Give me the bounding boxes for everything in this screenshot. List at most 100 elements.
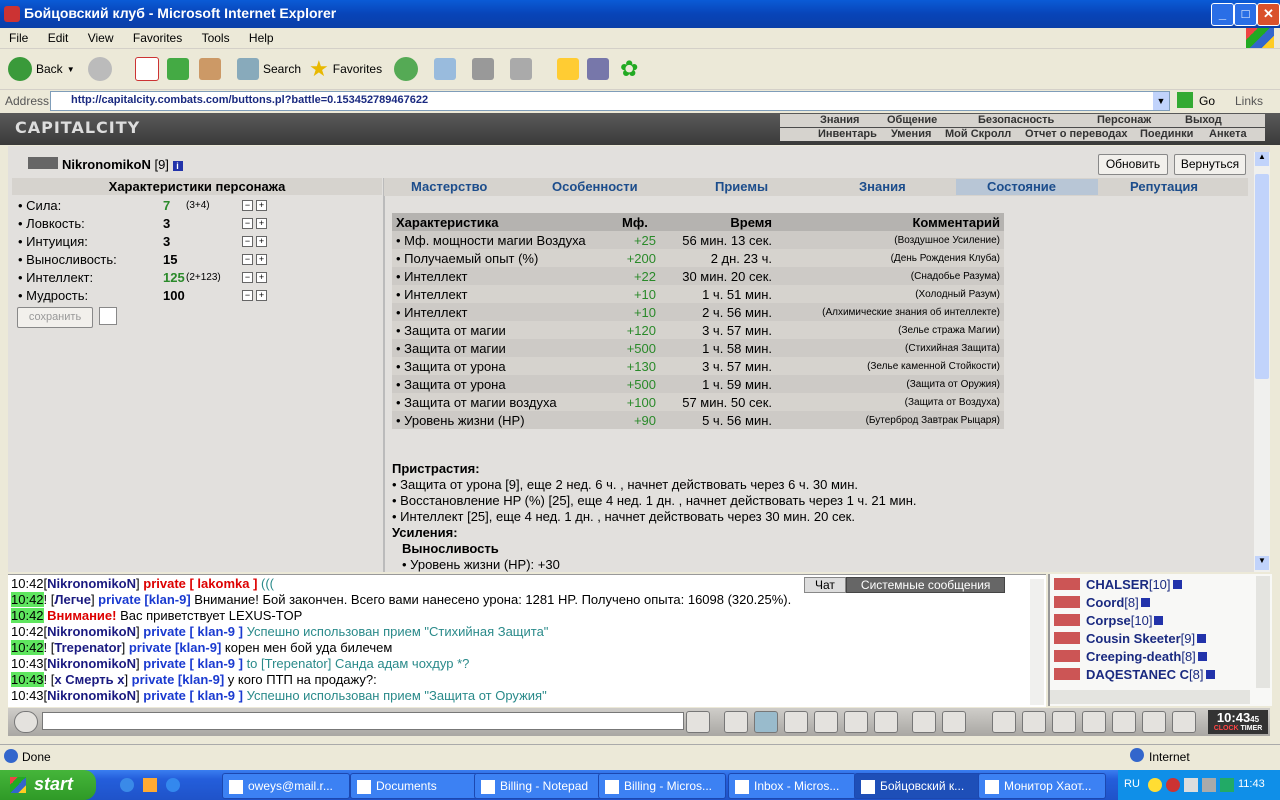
nav-transfer-report[interactable]: Отчет о переводах [1025, 128, 1128, 140]
chat-time[interactable]: 10:42 [11, 640, 44, 655]
save-log-icon[interactable] [784, 711, 808, 733]
chat-time[interactable]: 10:42 [11, 576, 44, 591]
taskbar-item[interactable]: Inbox - Micros... [728, 773, 856, 799]
nav-exit[interactable]: Выход [1185, 114, 1222, 126]
nav-skills[interactable]: Умения [891, 128, 931, 140]
forward-button[interactable] [88, 55, 112, 83]
filter-icon[interactable] [754, 711, 778, 733]
chat-nick[interactable]: NikronomikoN [47, 576, 136, 591]
chat-nick[interactable]: NikronomikoN [47, 656, 136, 671]
tray-icon[interactable] [1166, 778, 1180, 792]
refresh-game-button[interactable]: Обновить [1098, 154, 1168, 175]
nav-knowledge[interactable]: Знания [820, 114, 859, 126]
user-item[interactable]: CHALSER[10] [1086, 577, 1182, 592]
taskbar-item[interactable]: Billing - Micros... [598, 773, 726, 799]
tab-state[interactable]: Состояние [956, 179, 1098, 195]
nav-battles[interactable]: Поединки [1140, 128, 1193, 140]
users-vscrollbar[interactable] [1256, 576, 1270, 688]
chat-nick[interactable]: x Смерть x [54, 672, 124, 687]
sound-icon[interactable] [874, 711, 898, 733]
menu-help[interactable]: Help [240, 28, 281, 45]
nav-security[interactable]: Безопасность [978, 114, 1054, 126]
clear-icon[interactable] [724, 711, 748, 733]
scroll-up-icon[interactable]: ▲ [1255, 152, 1269, 166]
maximize-button[interactable]: □ [1234, 3, 1257, 26]
user-name[interactable]: Cousin Skeeter [1086, 631, 1181, 646]
nav-communication[interactable]: Общение [887, 114, 937, 126]
info-icon[interactable] [1140, 598, 1150, 607]
menu-view[interactable]: View [79, 28, 121, 45]
taskbar-item[interactable]: Бойцовский к... [854, 773, 982, 799]
plus-icon[interactable]: + [256, 236, 267, 247]
chat-input[interactable] [42, 712, 684, 730]
tab-techniques[interactable]: Приемы [715, 179, 768, 194]
chat-private-tag[interactable]: private [ lakomka ] [143, 576, 257, 591]
info-icon[interactable] [1197, 634, 1207, 643]
chat-time[interactable]: 10:43 [11, 672, 44, 687]
exit-icon[interactable] [1172, 711, 1196, 733]
emoticon-icon[interactable] [912, 711, 936, 733]
refresh-button[interactable] [167, 55, 189, 83]
user-item[interactable]: Coord[8] [1086, 595, 1150, 610]
minus-icon[interactable]: − [242, 236, 253, 247]
minus-icon[interactable]: − [242, 290, 253, 301]
user-item[interactable]: DAQESTANEC C[8] [1086, 667, 1215, 682]
search-button[interactable]: Search [237, 55, 301, 83]
tab-mastery[interactable]: Мастерство [411, 179, 487, 194]
taskbar-item[interactable]: oweys@mail.r... [222, 773, 350, 799]
research-button[interactable] [587, 55, 609, 83]
scroll-down-icon[interactable]: ▼ [1255, 556, 1269, 570]
plus-icon[interactable]: + [256, 218, 267, 229]
chat-private-tag[interactable]: Внимание! [47, 608, 116, 623]
chat-private-tag[interactable]: private [klan-9] [98, 592, 190, 607]
minus-icon[interactable]: − [242, 200, 253, 211]
fight-icon[interactable] [1082, 711, 1106, 733]
nav-inventory[interactable]: Инвентарь [818, 128, 877, 140]
user-name[interactable]: CHALSER [1086, 577, 1149, 592]
language-indicator[interactable]: RU [1124, 778, 1140, 790]
return-button[interactable]: Вернуться [1174, 154, 1246, 175]
chat-private-tag[interactable]: private [ klan-9 ] [143, 688, 243, 703]
chat-tab[interactable]: Чат [804, 577, 846, 593]
plus-icon[interactable]: + [256, 290, 267, 301]
tab-features[interactable]: Особенности [552, 179, 638, 194]
quicklaunch-mail-icon[interactable] [143, 778, 157, 792]
chat-time[interactable]: 10:42 [11, 608, 44, 623]
content-scrollbar[interactable]: ▲ ▼ [1254, 152, 1270, 572]
volume-icon[interactable] [1220, 778, 1234, 792]
go-button[interactable]: Go [1199, 94, 1215, 108]
history-button[interactable] [394, 55, 418, 83]
menu-tools[interactable]: Tools [193, 28, 237, 45]
chat-time[interactable]: 10:42 [11, 624, 44, 639]
quicklaunch-browser-icon[interactable] [166, 778, 180, 792]
info-icon[interactable]: i [172, 161, 183, 171]
minus-icon[interactable]: − [242, 254, 253, 265]
menu-favorites[interactable]: Favorites [124, 28, 189, 45]
tab-reputation[interactable]: Репутация [1130, 179, 1198, 194]
chat-private-tag[interactable]: private [klan-9] [132, 672, 224, 687]
close-button[interactable]: ✕ [1257, 3, 1280, 26]
chat-private-tag[interactable]: private [ klan-9 ] [143, 656, 243, 671]
quicklaunch-ie-icon[interactable] [120, 778, 134, 792]
info-icon[interactable] [1205, 670, 1215, 679]
messenger-button[interactable]: ✿ [620, 55, 638, 83]
start-button[interactable]: start [0, 770, 96, 800]
minus-icon[interactable]: − [242, 272, 253, 283]
user-name[interactable]: Corpse [1086, 613, 1131, 628]
taskbar-item[interactable]: Billing - Notepad [474, 773, 602, 799]
stop-button[interactable] [135, 55, 159, 83]
chat-nick[interactable]: NikronomikoN [47, 688, 136, 703]
discuss-button[interactable] [557, 55, 579, 83]
go-icon[interactable] [1177, 92, 1193, 108]
menu-file[interactable]: File [0, 28, 35, 45]
links-label[interactable]: Links [1235, 94, 1263, 108]
chat-private-tag[interactable]: private [klan-9] [129, 640, 221, 655]
chat-time[interactable]: 10:42 [11, 592, 44, 607]
info-icon[interactable] [1154, 616, 1164, 625]
mail-button[interactable] [434, 55, 456, 83]
user-name[interactable]: Creeping-death [1086, 649, 1181, 664]
nav-my-scroll[interactable]: Мой Скролл [945, 128, 1011, 140]
user-item[interactable]: Corpse[10] [1086, 613, 1164, 628]
chat-private-tag[interactable]: private [ klan-9 ] [143, 624, 243, 639]
translit-icon[interactable] [844, 711, 868, 733]
